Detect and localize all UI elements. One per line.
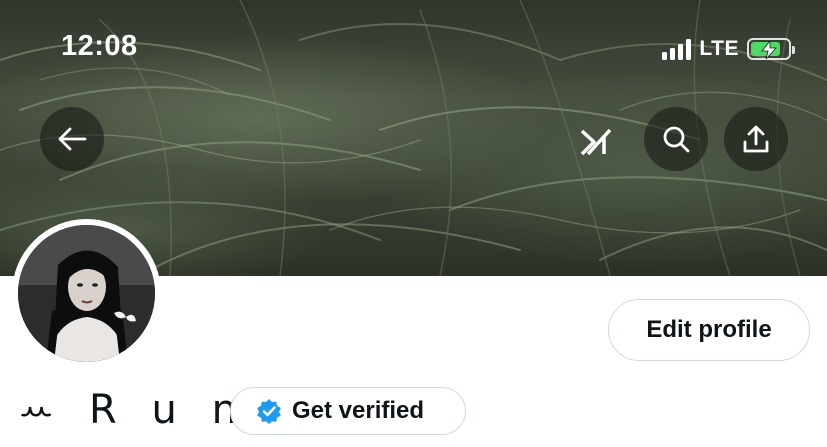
share-button[interactable] xyxy=(724,107,788,171)
avatar-portrait-image xyxy=(18,225,155,362)
status-time: 12:08 xyxy=(61,30,138,62)
signal-icon xyxy=(662,38,692,60)
network-type: LTE xyxy=(699,37,739,60)
grok-icon xyxy=(580,128,612,156)
search-button[interactable] xyxy=(644,107,708,171)
battery-icon xyxy=(747,38,795,60)
charging-bolt-icon xyxy=(761,41,777,59)
profile-avatar[interactable] xyxy=(12,219,161,368)
verified-badge-icon xyxy=(257,399,281,424)
grok-button[interactable] xyxy=(565,110,629,174)
back-button[interactable] xyxy=(40,107,104,171)
get-verified-button[interactable]: Get verified xyxy=(230,387,466,435)
share-icon xyxy=(743,125,769,153)
status-indicators: LTE xyxy=(662,36,795,62)
arrow-left-icon xyxy=(58,127,87,151)
search-icon xyxy=(663,126,690,153)
avatar-photo xyxy=(18,225,155,362)
get-verified-label: Get verified xyxy=(292,397,425,424)
edit-profile-button[interactable]: Edit profile xyxy=(608,299,810,361)
